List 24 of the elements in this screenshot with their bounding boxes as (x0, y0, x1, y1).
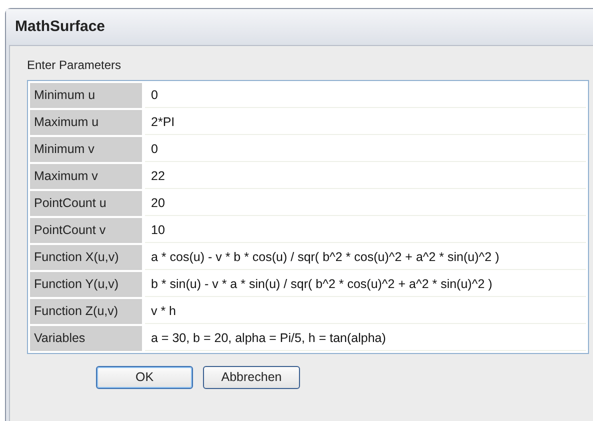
parameter-value[interactable]: a * cos(u) - v * b * cos(u) / sqr( b^2 * cos(u)^2 + a^2 * sin(u)^2 ) (145, 245, 586, 270)
dialog-button[interactable]: Abbrechen (203, 366, 300, 389)
parameter-value[interactable]: a = 30, b = 20, alpha = Pi/5, h = tan(alpha) (145, 326, 586, 351)
parameter-value[interactable]: v * h (145, 299, 586, 324)
parameter-name: Function Y(u,v) (30, 272, 142, 297)
parameter-name: PointCount u (30, 191, 142, 216)
window-title: MathSurface (15, 16, 106, 37)
parameter-name: Function Z(u,v) (30, 299, 142, 324)
parameter-value[interactable]: 22 (145, 164, 586, 189)
parameter-name: Maximum u (30, 110, 142, 135)
parameter-name: Minimum v (30, 137, 142, 162)
parameter-name: PointCount v (30, 218, 142, 243)
parameter-value[interactable]: 0 (145, 137, 586, 162)
parameter-value[interactable]: 10 (145, 218, 586, 243)
parameter-name: Function X(u,v) (30, 245, 142, 270)
parameter-value[interactable]: 2*PI (145, 110, 586, 135)
parameter-value[interactable]: 20 (145, 191, 586, 216)
parameter-name: Maximum v (30, 164, 142, 189)
group-label: Enter Parameters (27, 57, 122, 74)
parameter-name: Variables (30, 326, 142, 351)
parameter-name: Minimum u (30, 83, 142, 108)
dialog-button[interactable]: OK (96, 366, 193, 389)
parameter-value[interactable]: 0 (145, 83, 586, 108)
parameter-value[interactable]: b * sin(u) - v * a * sin(u) / sqr( b^2 * cos(u)^2 + a^2 * sin(u)^2 ) (145, 272, 586, 297)
